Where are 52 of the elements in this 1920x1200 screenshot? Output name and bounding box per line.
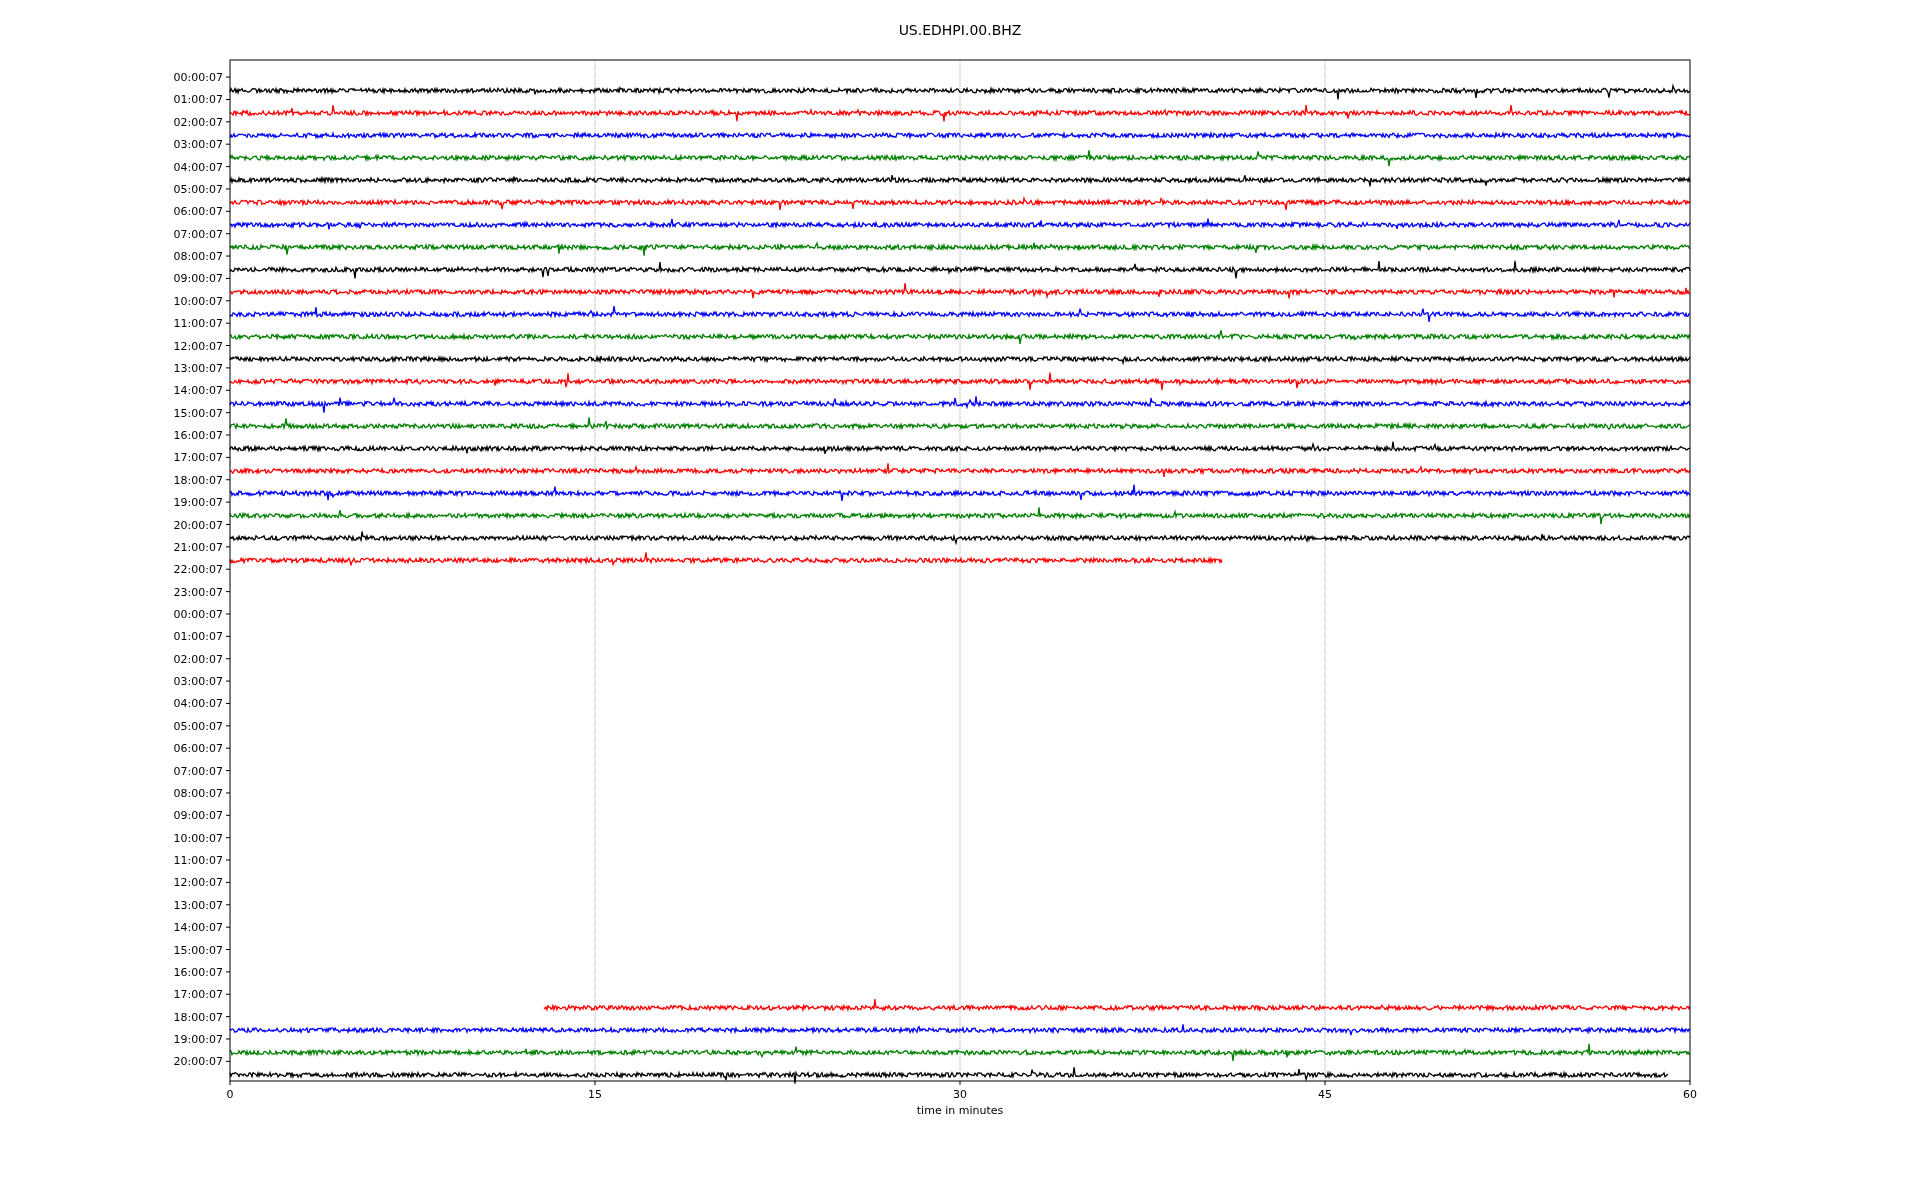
x-axis-label: 15 (588, 1088, 602, 1101)
y-axis-label: 11:00:07 (173, 854, 223, 868)
y-axis-label: 06:00:07 (173, 205, 223, 219)
y-axis-label: 04:00:07 (173, 697, 223, 711)
chart-title: US.EDHPI.00.BHZ (898, 22, 1022, 38)
y-axis-label: 05:00:07 (173, 719, 223, 733)
y-axis-label: 11:00:07 (173, 317, 223, 331)
y-axis-label: 18:00:07 (173, 1010, 223, 1024)
y-axis-label: 07:00:07 (173, 227, 223, 241)
y-axis-label: 04:00:07 (173, 160, 223, 174)
y-axis-label: 16:00:07 (173, 965, 223, 979)
x-axis-title: time in minutes (916, 1104, 1004, 1117)
y-axis-label: 15:00:07 (173, 406, 223, 420)
y-axis-label: 08:00:07 (173, 786, 223, 800)
y-axis-label: 06:00:07 (173, 742, 223, 756)
y-axis-label: 19:00:07 (173, 496, 223, 510)
y-axis-label: 16:00:07 (173, 429, 223, 442)
y-axis-label: 10:00:07 (173, 294, 223, 308)
y-axis-label: 20:00:07 (173, 518, 223, 532)
x-axis-label: 45 (1318, 1088, 1332, 1101)
y-axis-label: 22:00:07 (173, 563, 223, 577)
y-axis-label: 09:00:07 (173, 809, 223, 823)
y-axis-label: 17:00:07 (173, 988, 223, 1002)
x-axis-label: 60 (1683, 1088, 1697, 1101)
y-axis-label: 13:00:07 (173, 898, 223, 912)
y-axis-label: 01:00:07 (173, 630, 223, 644)
y-axis-label: 12:00:07 (173, 876, 223, 890)
y-axis-label: 05:00:07 (173, 182, 223, 196)
y-axis-label: 00:00:07 (173, 608, 223, 621)
y-axis-label: 14:00:07 (173, 921, 223, 935)
y-axis-label: 08:00:07 (173, 250, 223, 264)
y-axis-label: 20:00:07 (173, 1055, 223, 1069)
y-axis-label: 02:00:07 (173, 652, 223, 666)
y-axis-label: 09:00:07 (173, 272, 223, 286)
y-axis-label: 00:00:07 (173, 71, 223, 85)
y-axis-label: 17:00:07 (173, 451, 223, 465)
y-axis-label: 03:00:07 (173, 675, 223, 689)
x-axis-label: 0 (226, 1088, 234, 1101)
y-axis-label: 03:00:07 (173, 138, 223, 152)
y-axis-label: 15:00:07 (173, 943, 223, 957)
y-axis-label: 07:00:07 (173, 764, 223, 778)
y-axis-label: 18:00:07 (173, 473, 223, 487)
y-axis-label: 23:00:07 (173, 585, 223, 599)
y-axis-label: 12:00:07 (173, 339, 223, 353)
y-axis-label: 19:00:07 (173, 1033, 223, 1046)
y-axis-label: 10:00:07 (173, 831, 223, 845)
y-axis-label: 14:00:07 (173, 384, 223, 398)
y-axis-label: 01:00:07 (173, 93, 223, 107)
x-axis-label: 30 (953, 1088, 967, 1101)
y-axis-label: 13:00:07 (173, 361, 223, 375)
y-axis-label: 21:00:07 (173, 540, 223, 554)
y-axis-label: 02:00:07 (173, 115, 223, 129)
